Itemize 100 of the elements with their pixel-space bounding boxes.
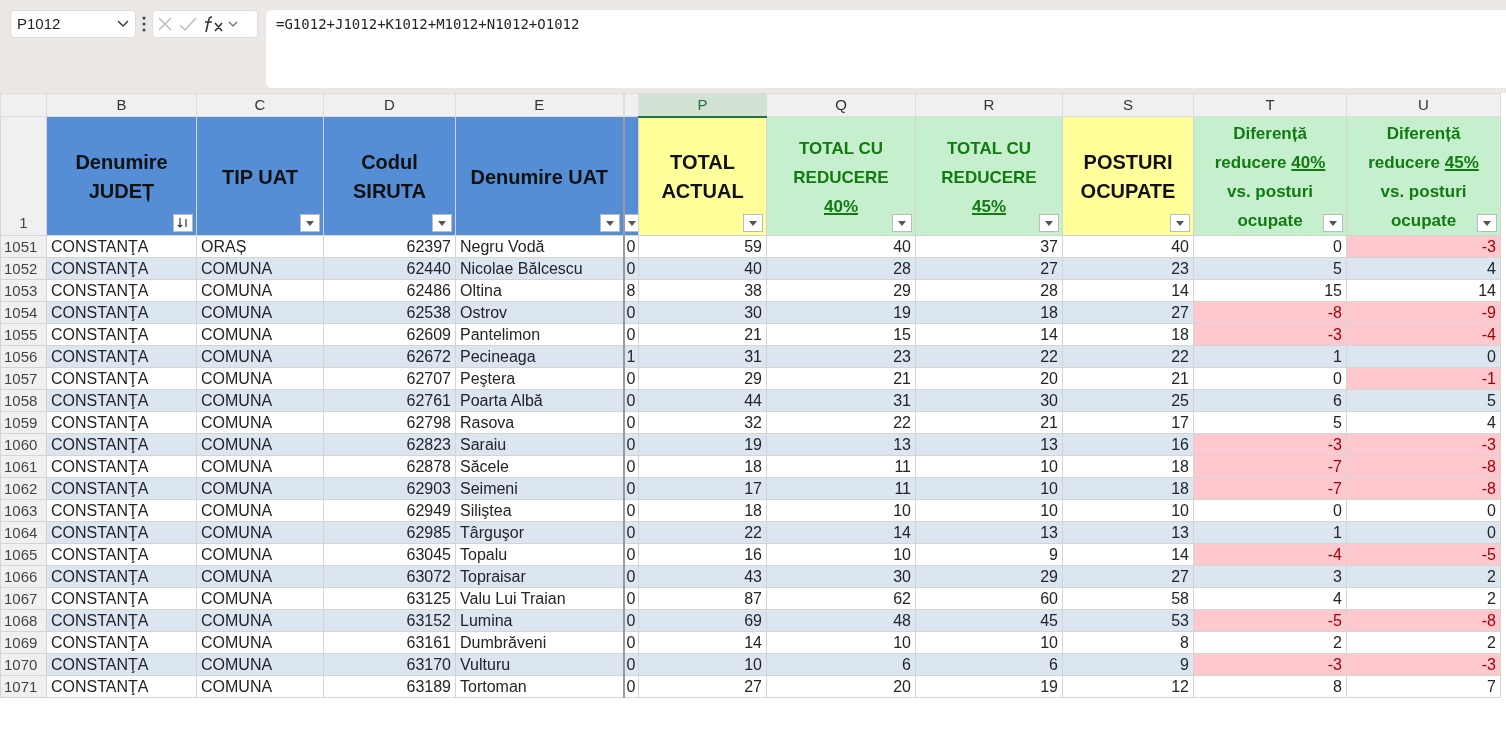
table-cell: 62878 (323, 455, 456, 478)
table-cell: 2 (1346, 565, 1501, 588)
table-cell: COMUNA (196, 367, 324, 390)
row-number[interactable]: 1065 (0, 543, 47, 566)
filter-button[interactable] (1170, 214, 1190, 232)
row-number[interactable]: 1067 (0, 587, 47, 610)
column-header[interactable]: P (638, 93, 767, 117)
table-cell: 14 (915, 323, 1063, 346)
table-cell: 13 (915, 433, 1063, 456)
filter-button[interactable] (892, 214, 912, 232)
column-header[interactable]: D (323, 93, 456, 117)
table-cell: 20 (915, 367, 1063, 390)
row-number[interactable]: 1054 (0, 301, 47, 324)
row-number[interactable]: 1062 (0, 477, 47, 500)
row-number[interactable]: 1056 (0, 345, 47, 368)
filter-button[interactable] (1477, 214, 1497, 232)
row-number[interactable]: 1069 (0, 631, 47, 654)
table-cell: -8 (1346, 477, 1501, 500)
insert-function-icon[interactable] (203, 15, 239, 33)
cell-reference: P1012 (17, 13, 61, 34)
row-number[interactable]: 1055 (0, 323, 47, 346)
more-options-icon[interactable] (142, 16, 146, 32)
column-title: TOTAL CU REDUCERE 45% (941, 138, 1037, 216)
table-cell: Saraiu (455, 433, 624, 456)
table-cell: 31 (766, 389, 916, 412)
table-cell: 0 (1193, 499, 1347, 522)
chevron-down-icon (117, 20, 129, 28)
filter-button[interactable] (300, 214, 320, 232)
row-number[interactable]: 1051 (0, 235, 47, 258)
row-number[interactable]: 1061 (0, 455, 47, 478)
column-header[interactable]: U (1346, 93, 1501, 117)
name-box[interactable]: P1012 (10, 10, 136, 38)
table-cell: 21 (766, 367, 916, 390)
row-number[interactable]: 1058 (0, 389, 47, 412)
filter-button[interactable] (432, 214, 452, 232)
row-number[interactable]: 1060 (0, 433, 47, 456)
table-cell: COMUNA (196, 455, 324, 478)
row-number[interactable]: 1053 (0, 279, 47, 302)
table-cell: 30 (915, 389, 1063, 412)
table-cell: 2 (1346, 631, 1501, 654)
filter-button[interactable] (599, 214, 620, 232)
column-title: Denumire JUDEȚ (75, 151, 168, 202)
table-cell: -8 (1193, 301, 1347, 324)
table-cell: COMUNA (196, 543, 324, 566)
filter-button[interactable] (743, 214, 763, 232)
table-cell: 8 (1193, 675, 1347, 698)
dropdown-arrow-icon (1483, 220, 1491, 226)
row-number[interactable]: 1064 (0, 521, 47, 544)
row-number[interactable]: 1057 (0, 367, 47, 390)
table-cell: CONSTANŢA (46, 521, 197, 544)
column-title: Diferență reducere 45% vs. posturi ocupate (1368, 124, 1479, 230)
table-cell: 1 (623, 345, 639, 368)
filter-button[interactable] (1323, 214, 1343, 232)
column-header[interactable]: T (1193, 93, 1347, 117)
table-cell: -4 (1193, 543, 1347, 566)
table-cell: 28 (915, 279, 1063, 302)
row-number[interactable]: 1 (0, 116, 47, 236)
table-cell: 4 (1346, 257, 1501, 280)
row-number[interactable]: 1071 (0, 675, 47, 698)
row-number[interactable]: 1059 (0, 411, 47, 434)
column-header[interactable]: C (196, 93, 324, 117)
table-cell: 38 (638, 279, 767, 302)
table-cell: 19 (766, 301, 916, 324)
table-cell: 18 (638, 455, 767, 478)
table-cell: -8 (1346, 455, 1501, 478)
column-header[interactable]: S (1062, 93, 1194, 117)
table-cell: 5 (1193, 411, 1347, 434)
table-cell: 58 (1062, 587, 1194, 610)
table-cell: 2 (1346, 587, 1501, 610)
table-cell: 62985 (323, 521, 456, 544)
column-header[interactable]: E (455, 93, 624, 117)
table-cell: 62949 (323, 499, 456, 522)
table-cell: -3 (1346, 235, 1501, 258)
table-cell: 10 (766, 631, 916, 654)
column-header[interactable]: Q (766, 93, 916, 117)
column-header[interactable]: R (915, 93, 1063, 117)
table-cell: 11 (766, 455, 916, 478)
column-title: TIP UAT (222, 165, 298, 188)
row-number[interactable]: 1052 (0, 257, 47, 280)
table-cell: 22 (766, 411, 916, 434)
table-cell: 4 (1193, 587, 1347, 610)
sort-filter-button[interactable] (173, 214, 193, 232)
row-number[interactable]: 1063 (0, 499, 47, 522)
dropdown-arrow-icon (898, 220, 906, 226)
row-number[interactable]: 1068 (0, 609, 47, 632)
filter-button[interactable] (625, 214, 638, 232)
row-number[interactable]: 1070 (0, 653, 47, 676)
sort-arrow-icon (177, 217, 189, 229)
table-cell: 1 (1193, 521, 1347, 544)
column-title: TOTAL ACTUAL (661, 151, 744, 203)
table-cell: CONSTANŢA (46, 235, 197, 258)
table-cell: CONSTANŢA (46, 411, 197, 434)
table-cell: Ostrov (455, 301, 624, 324)
row-number[interactable]: 1066 (0, 565, 47, 588)
check-icon[interactable] (179, 16, 197, 32)
column-header[interactable]: B (46, 93, 197, 117)
filter-button[interactable] (1039, 214, 1059, 232)
dropdown-arrow-icon (749, 220, 757, 226)
table-cell: 23 (766, 345, 916, 368)
formula-bar[interactable]: =G1012+J1012+K1012+M1012+N1012+O1012 (266, 10, 1506, 88)
